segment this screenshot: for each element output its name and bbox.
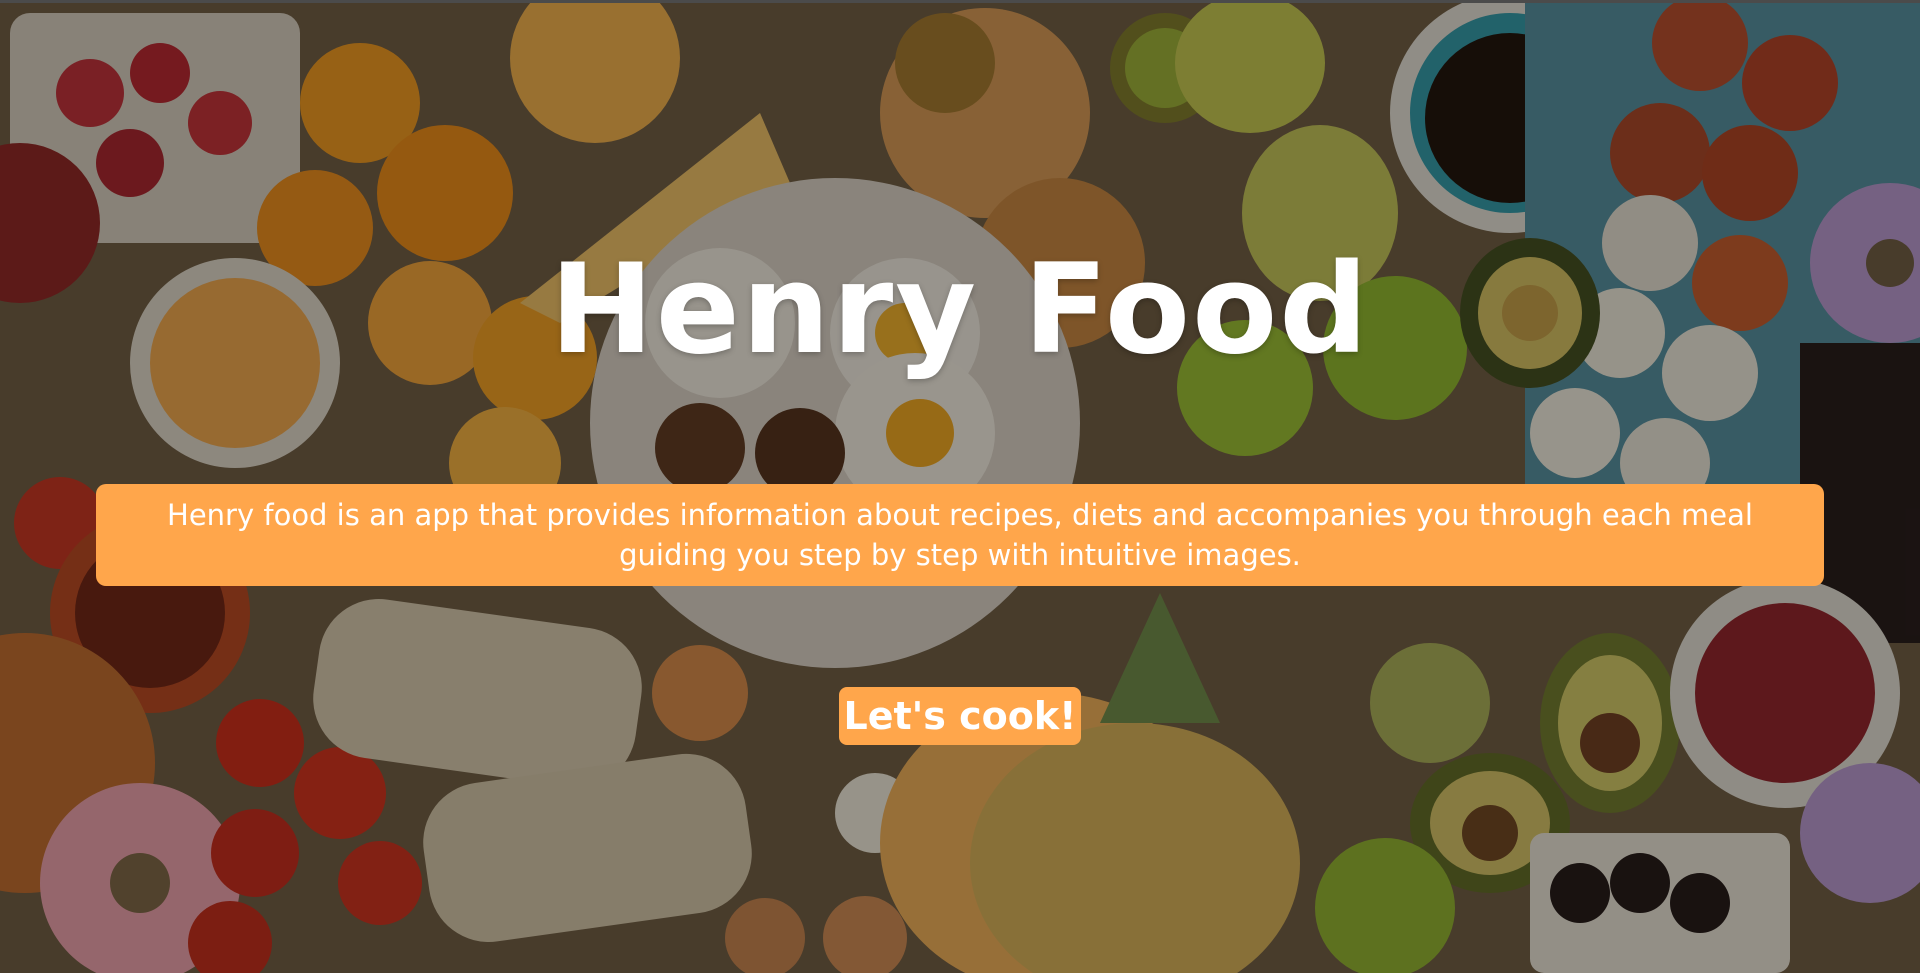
description-banner: Henry food is an app that provides infor… [96,484,1824,586]
description-text: Henry food is an app that provides infor… [167,498,1753,572]
page-title: Henry Food [549,238,1371,382]
browser-top-edge [0,0,1920,3]
lets-cook-button[interactable]: Let's cook! [839,687,1081,745]
